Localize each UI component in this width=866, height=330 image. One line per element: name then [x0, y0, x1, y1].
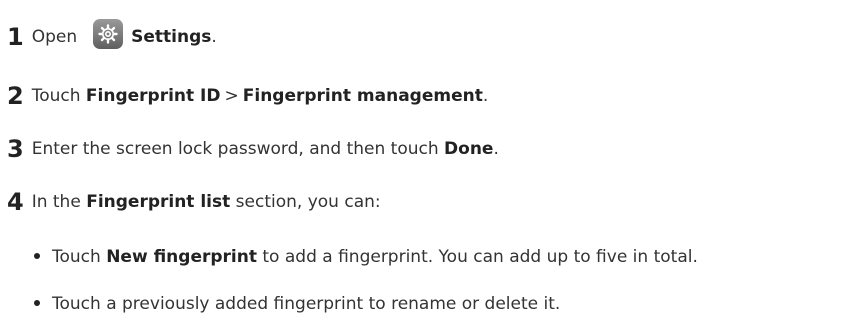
punctuation: .: [211, 27, 217, 47]
step-text: Touch: [31, 86, 81, 106]
punctuation: .: [493, 139, 499, 159]
step-text: In the: [31, 192, 81, 212]
bullet-dot: [34, 253, 40, 259]
fingerprint-management-label: Fingerprint management: [242, 86, 483, 106]
step-text: Open: [31, 27, 78, 47]
punctuation: .: [482, 86, 489, 106]
step-4: 4 In the Fingerprint list section, you c…: [7, 190, 381, 214]
step-number: 2: [7, 82, 24, 110]
step-number: 1: [7, 23, 24, 51]
gear-icon: [93, 19, 124, 49]
settings-label: Settings: [131, 27, 212, 47]
bullet-text: Touch: [52, 247, 101, 267]
bullet-dot: [34, 300, 40, 306]
done-label: Done: [444, 139, 494, 159]
new-fingerprint-label: New fingerprint: [106, 247, 257, 267]
bullet-item-2: Touch a previously added fingerprint to …: [34, 294, 560, 314]
step-number: 4: [7, 188, 24, 216]
step-text: Enter the screen lock password, and then…: [31, 139, 439, 159]
step-number: 3: [7, 135, 24, 163]
bullet-item-1: Touch New fingerprint to add a fingerpri…: [34, 247, 698, 267]
step-1: 1 Open Settings.: [7, 19, 217, 52]
fingerprint-list-label: Fingerprint list: [86, 192, 231, 212]
bullet-text: Touch a previously added fingerprint to …: [52, 294, 561, 314]
step-2: 2 Touch Fingerprint ID > Fingerprint man…: [7, 84, 488, 108]
step-text-end: section, you can:: [235, 192, 381, 212]
bullet-text-end: to add a fingerprint. You can add up to …: [262, 247, 698, 267]
path-separator: >: [224, 86, 239, 106]
fingerprint-id-label: Fingerprint ID: [85, 86, 221, 106]
step-3: 3 Enter the screen lock password, and th…: [7, 137, 499, 161]
